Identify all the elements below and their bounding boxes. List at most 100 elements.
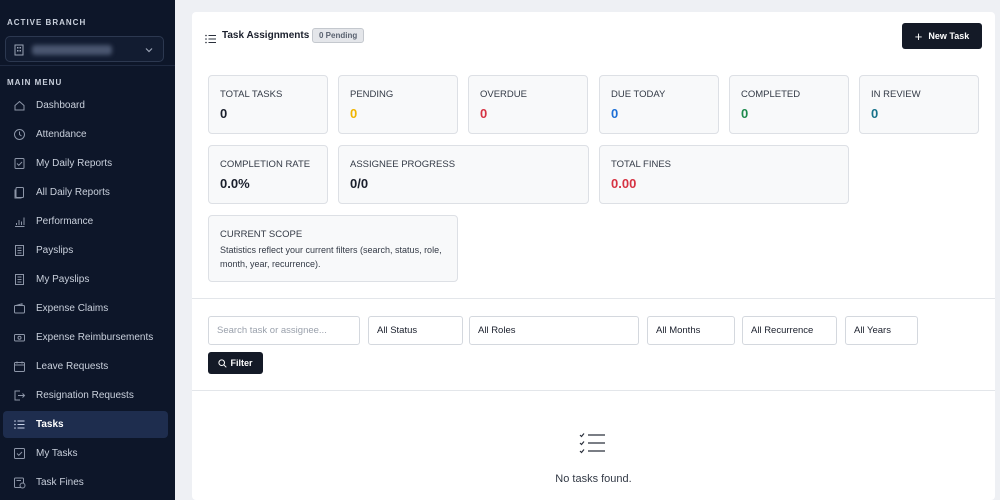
sidebar-item-payslips[interactable]: Payslips bbox=[3, 237, 168, 264]
stat-label: CURRENT SCOPE bbox=[220, 229, 303, 240]
stat-card-pending: PENDING 0 bbox=[338, 75, 458, 134]
stat-value: 0.00 bbox=[611, 176, 637, 191]
sidebar-item-expense-reimbursements[interactable]: Expense Reimbursements bbox=[3, 324, 168, 351]
search-icon bbox=[218, 358, 228, 368]
stat-card-completed: COMPLETED 0 bbox=[729, 75, 849, 134]
clock-icon bbox=[13, 128, 26, 141]
active-branch-label: ACTIVE BRANCH bbox=[7, 18, 87, 27]
sidebar-item-label: My Daily Reports bbox=[36, 158, 113, 169]
sidebar-item-label: Leave Requests bbox=[36, 361, 109, 372]
sidebar-item-label: Task Fines bbox=[36, 477, 84, 488]
current-scope-card: CURRENT SCOPE Statistics reflect your cu… bbox=[208, 215, 458, 282]
stat-label: IN REVIEW bbox=[871, 89, 921, 100]
section-divider bbox=[192, 390, 995, 391]
wallet-icon bbox=[13, 302, 26, 315]
stat-label: ASSIGNEE PROGRESS bbox=[350, 159, 456, 170]
stat-value: 0 bbox=[741, 106, 749, 121]
sidebar-item-label: Dashboard bbox=[36, 100, 85, 111]
years-select[interactable]: All Years bbox=[845, 316, 918, 345]
calendar-icon bbox=[13, 360, 26, 373]
sidebar-item-expense-claims[interactable]: Expense Claims bbox=[3, 295, 168, 322]
sidebar-item-attendance[interactable]: Attendance bbox=[3, 121, 168, 148]
building-icon bbox=[14, 43, 24, 56]
sidebar-item-label: Attendance bbox=[36, 129, 87, 140]
sidebar-item-resignation-requests[interactable]: Resignation Requests bbox=[3, 382, 168, 409]
sidebar-item-all-daily-reports[interactable]: All Daily Reports bbox=[3, 179, 168, 206]
stat-card-assignee-progress: ASSIGNEE PROGRESS 0/0 bbox=[338, 145, 589, 204]
documents-icon bbox=[13, 186, 26, 199]
sidebar-item-tasks[interactable]: Tasks bbox=[3, 411, 168, 438]
scope-description: Statistics reflect your current filters … bbox=[220, 245, 442, 269]
stat-card-overdue: OVERDUE 0 bbox=[468, 75, 588, 134]
stat-value: 0 bbox=[350, 106, 358, 121]
stat-label: COMPLETION RATE bbox=[220, 159, 311, 170]
stat-card-due-today: DUE TODAY 0 bbox=[599, 75, 719, 134]
stat-value: 0 bbox=[480, 106, 488, 121]
empty-checklist-icon bbox=[579, 432, 607, 454]
exit-icon bbox=[13, 389, 26, 402]
fine-icon bbox=[13, 476, 26, 489]
stat-label: DUE TODAY bbox=[611, 89, 666, 100]
stat-card-completion-rate: COMPLETION RATE 0.0% bbox=[208, 145, 328, 204]
home-icon bbox=[13, 99, 26, 112]
plus-icon: + bbox=[914, 28, 923, 44]
check-square-icon bbox=[13, 447, 26, 460]
chevron-down-icon bbox=[143, 43, 155, 55]
stat-label: TOTAL FINES bbox=[611, 159, 672, 170]
sidebar-item-my-payslips[interactable]: My Payslips bbox=[3, 266, 168, 293]
stat-card-in-review: IN REVIEW 0 bbox=[859, 75, 979, 134]
search-input[interactable]: Search task or assignee... bbox=[208, 316, 360, 345]
main-menu-label: MAIN MENU bbox=[7, 78, 63, 87]
status-select[interactable]: All Status bbox=[368, 316, 463, 345]
stat-value: 0.0% bbox=[220, 176, 250, 191]
empty-state-message: No tasks found. bbox=[555, 473, 632, 485]
sidebar-item-label: Resignation Requests bbox=[36, 390, 134, 401]
sidebar-item-performance[interactable]: Performance bbox=[3, 208, 168, 235]
stat-card-total-tasks: TOTAL TASKS 0 bbox=[208, 75, 328, 134]
pending-count-badge: 0 Pending bbox=[312, 28, 365, 43]
recurrence-select[interactable]: All Recurrence bbox=[742, 316, 837, 345]
sidebar-divider bbox=[0, 65, 175, 66]
receipt-icon bbox=[13, 273, 26, 286]
receipt-icon bbox=[13, 244, 26, 257]
sidebar-item-task-fines[interactable]: Task Fines bbox=[3, 469, 168, 496]
task-list-icon bbox=[13, 418, 26, 431]
branch-select[interactable] bbox=[5, 36, 164, 62]
stat-label: PENDING bbox=[350, 89, 394, 100]
list-icon bbox=[205, 31, 217, 44]
sidebar: ACTIVE BRANCH MAIN MENU Dashboard Attend… bbox=[0, 0, 175, 500]
sidebar-item-label: Expense Claims bbox=[36, 303, 109, 314]
stat-value: 0 bbox=[611, 106, 619, 121]
bar-chart-icon bbox=[13, 215, 26, 228]
sidebar-item-label: Expense Reimbursements bbox=[36, 332, 154, 343]
sidebar-item-my-daily-reports[interactable]: My Daily Reports bbox=[3, 150, 168, 177]
stat-value: 0 bbox=[220, 106, 228, 121]
sidebar-item-label: Performance bbox=[36, 216, 94, 227]
sidebar-item-dashboard[interactable]: Dashboard bbox=[3, 92, 168, 119]
stat-label: OVERDUE bbox=[480, 89, 527, 100]
section-divider bbox=[192, 298, 995, 299]
new-task-label: New Task bbox=[928, 31, 970, 41]
stat-card-total-fines: TOTAL FINES 0.00 bbox=[599, 145, 849, 204]
sidebar-item-label: Payslips bbox=[36, 245, 74, 256]
sidebar-item-label: All Daily Reports bbox=[36, 187, 110, 198]
stat-value: 0 bbox=[871, 106, 879, 121]
stat-value: 0/0 bbox=[350, 176, 369, 191]
stat-label: TOTAL TASKS bbox=[220, 89, 283, 100]
sidebar-item-label: My Tasks bbox=[36, 448, 78, 459]
filter-button[interactable]: Filter bbox=[208, 352, 263, 374]
new-task-button[interactable]: + New Task bbox=[902, 23, 982, 49]
sidebar-item-label: My Payslips bbox=[36, 274, 90, 285]
stat-label: COMPLETED bbox=[741, 89, 801, 100]
roles-select[interactable]: All Roles bbox=[469, 316, 639, 345]
page-title: Task Assignments bbox=[222, 30, 310, 41]
checklist-icon bbox=[13, 157, 26, 170]
sidebar-item-label: Tasks bbox=[36, 419, 64, 430]
task-assignments-card: Task Assignments 0 Pending + New Task TO… bbox=[192, 12, 995, 500]
cash-icon bbox=[13, 331, 26, 344]
filter-label: Filter bbox=[230, 358, 253, 368]
sidebar-item-leave-requests[interactable]: Leave Requests bbox=[3, 353, 168, 380]
branch-name-redacted bbox=[32, 45, 112, 55]
sidebar-item-my-tasks[interactable]: My Tasks bbox=[3, 440, 168, 467]
months-select[interactable]: All Months bbox=[647, 316, 735, 345]
